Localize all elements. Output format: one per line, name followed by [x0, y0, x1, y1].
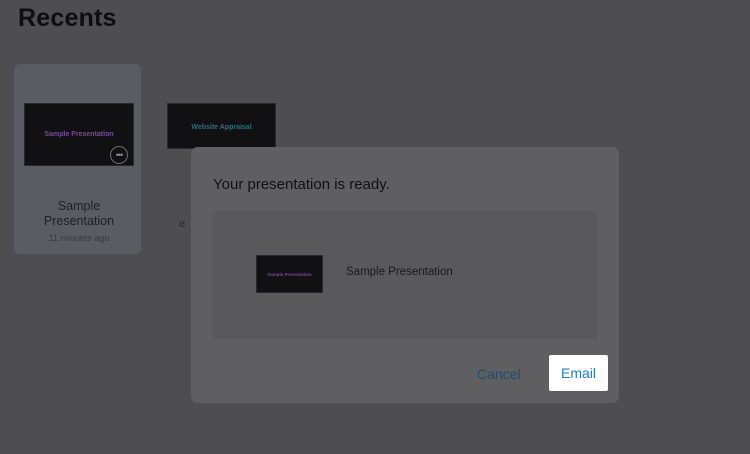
more-options-button[interactable]: •••: [110, 146, 128, 164]
thumbnail-title: Sample Presentation: [44, 131, 114, 138]
page-title: Recents: [18, 4, 117, 32]
preview-thumbnail: Sample Presentation: [256, 255, 323, 293]
document-name: Sample Presentation: [43, 199, 115, 228]
preview-thumbnail-title: Sample Presentation: [267, 271, 312, 277]
document-thumbnail-2[interactable]: Website Appraisal: [167, 103, 276, 149]
document-time: 11 minutes ago: [48, 233, 110, 243]
document-name-2-partial: e: [179, 218, 186, 230]
thumbnail-title-2: Website Appraisal: [191, 124, 252, 131]
preview-name: Sample Presentation: [346, 266, 453, 278]
email-button[interactable]: Email: [549, 355, 608, 391]
ellipsis-icon: •••: [115, 149, 124, 160]
dialog-title: Your presentation is ready.: [213, 176, 390, 193]
cancel-button[interactable]: Cancel: [477, 366, 521, 382]
presentation-preview: Sample Presentation Sample Presentation: [212, 211, 597, 339]
export-dialog: Your presentation is ready. Sample Prese…: [191, 147, 619, 403]
